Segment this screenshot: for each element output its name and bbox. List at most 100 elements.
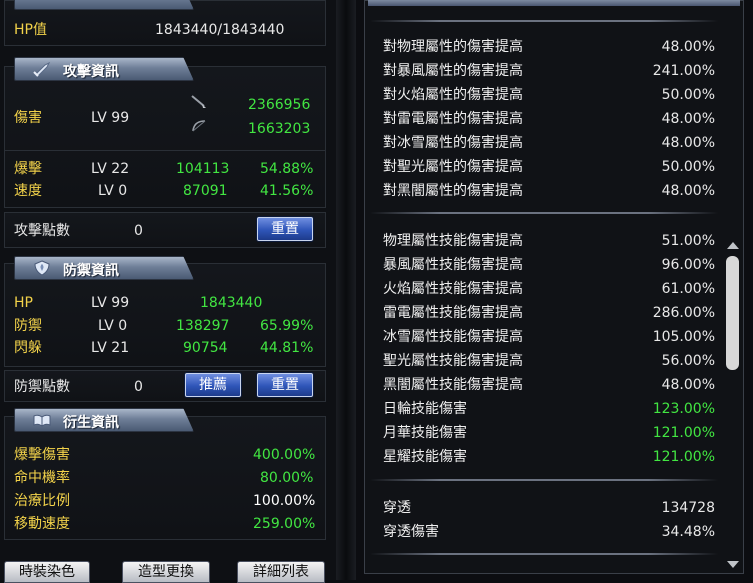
stat-value: 50.00%: [661, 159, 715, 175]
stat-value: 105.00%: [652, 329, 715, 345]
stat-value: 56.00%: [661, 353, 715, 369]
scroll-up-icon[interactable]: [726, 240, 740, 250]
stat-label: 月華技能傷害: [383, 425, 467, 441]
damage-level: LV 99: [91, 110, 130, 126]
detail-list-header: [368, 0, 740, 6]
stat-value: 48.00%: [661, 183, 715, 199]
hp-value: 1843440/1843440: [155, 22, 285, 38]
derived-value: 80.00%: [260, 470, 314, 486]
separator: [370, 212, 718, 214]
stat-value: 121.00%: [652, 449, 715, 465]
stat-label: 冰雪屬性技能傷害提高: [383, 329, 523, 345]
stat-value: 50.00%: [661, 87, 715, 103]
derived-label: 治療比例: [14, 493, 70, 509]
defense-recommend-button[interactable]: 推薦: [185, 373, 241, 397]
stat-label: 穿透: [383, 500, 411, 516]
speed-level: LV 0: [98, 183, 128, 199]
stat-label: 對聖光屬性的傷害提高: [383, 159, 523, 175]
def-label: 防禦: [14, 318, 42, 334]
evasion-value: 90754: [183, 340, 228, 356]
stat-value: 134728: [661, 500, 715, 516]
stat-label: 物理屬性技能傷害提高: [383, 233, 523, 249]
stat-label: 星耀技能傷害: [383, 449, 467, 465]
stat-value: 123.00%: [652, 401, 715, 417]
attack-header: 攻擊資訊: [14, 57, 194, 81]
evasion-level: LV 21: [91, 340, 130, 356]
ranged-damage-value: 1663203: [248, 121, 311, 137]
stat-value: 48.00%: [661, 135, 715, 151]
stat-label: 對冰雪屬性的傷害提高: [383, 135, 523, 151]
stat-value: 121.00%: [652, 425, 715, 441]
def-value: 138297: [176, 318, 230, 334]
ranged-weapon-icon: [192, 120, 206, 132]
damage-label: 傷害: [14, 110, 42, 126]
derived-label: 爆擊傷害: [14, 447, 70, 463]
stat-value: 61.00%: [661, 281, 715, 297]
defense-title: 防禦資訊: [63, 263, 119, 279]
derived-value: 400.00%: [253, 447, 316, 463]
stat-value: 48.00%: [661, 39, 715, 55]
hp-label: HP值: [14, 22, 47, 38]
def-percent: 65.99%: [260, 318, 314, 334]
stat-value: 96.00%: [661, 257, 715, 273]
speed-percent: 41.56%: [260, 183, 314, 199]
defense-hp-level: LV 99: [91, 295, 130, 311]
basic-info-header: [14, 0, 194, 10]
stat-label: 日輪技能傷害: [383, 401, 467, 417]
stat-label: 火焰屬性技能傷害提高: [383, 281, 523, 297]
stat-value: 48.00%: [661, 111, 715, 127]
stat-value: 48.00%: [661, 377, 715, 393]
stat-label: 對黑闇屬性的傷害提高: [383, 183, 523, 199]
defense-header: 防禦資訊: [14, 256, 194, 280]
evasion-label: 閃躲: [14, 340, 42, 356]
scrollbar-thumb[interactable]: [726, 256, 739, 370]
attack-reset-button[interactable]: 重置: [257, 217, 313, 241]
defense-hp-label: HP: [14, 295, 33, 311]
defense-reset-button[interactable]: 重置: [257, 373, 313, 397]
defense-hp-value: 1843440: [200, 295, 263, 311]
crit-value: 104113: [176, 161, 230, 177]
separator: [370, 479, 718, 481]
stat-value: 34.48%: [661, 524, 715, 540]
defense-points-value: 0: [134, 379, 143, 395]
attack-divider: [4, 150, 326, 151]
panel-gap: [336, 0, 356, 580]
derived-value: 259.00%: [253, 516, 316, 532]
stat-label: 對雷電屬性的傷害提高: [383, 111, 523, 127]
book-icon: [33, 414, 51, 427]
stat-label: 對物理屬性的傷害提高: [383, 39, 523, 55]
derived-title: 衍生資訊: [63, 415, 119, 431]
defense-points-label: 防禦點數: [14, 379, 70, 395]
separator: [370, 553, 718, 555]
derived-label: 移動速度: [14, 516, 70, 532]
stat-label: 對火焰屬性的傷害提高: [383, 87, 523, 103]
def-level: LV 0: [98, 318, 128, 334]
sword-icon: [33, 61, 51, 77]
stat-label: 聖光屬性技能傷害提高: [383, 353, 523, 369]
derived-value: 100.00%: [253, 493, 316, 509]
scroll-down-icon[interactable]: [726, 560, 740, 570]
stat-label: 黑闇屬性技能傷害提高: [383, 377, 523, 393]
stat-value: 286.00%: [652, 305, 715, 321]
stat-value: 51.00%: [661, 233, 715, 249]
separator: [370, 20, 718, 22]
stat-label: 穿透傷害: [383, 524, 439, 540]
melee-weapon-icon: [191, 95, 206, 108]
attack-points-value: 0: [134, 223, 143, 239]
stat-value: 241.00%: [652, 63, 715, 79]
stat-label: 對暴風屬性的傷害提高: [383, 63, 523, 79]
crit-percent: 54.88%: [260, 161, 314, 177]
attack-points-label: 攻擊點數: [14, 223, 70, 239]
crit-label: 爆擊: [14, 161, 42, 177]
stat-label: 雷電屬性技能傷害提高: [383, 305, 523, 321]
derived-header: 衍生資訊: [14, 408, 194, 432]
crit-level: LV 22: [91, 161, 130, 177]
detail-stats-panel: 對物理屬性的傷害提高 48.00% 對暴風屬性的傷害提高 241.00% 對火焰屬性…: [356, 0, 753, 580]
attack-title: 攻擊資訊: [63, 64, 119, 80]
shield-icon: [34, 260, 50, 276]
speed-label: 速度: [14, 183, 42, 199]
character-info-panel: HP值 1843440/1843440 攻擊資訊 傷害 LV 99 236695…: [0, 0, 336, 583]
speed-value: 87091: [183, 183, 228, 199]
melee-damage-value: 2366956: [248, 97, 311, 113]
stat-label: 暴風屬性技能傷害提高: [383, 257, 523, 273]
